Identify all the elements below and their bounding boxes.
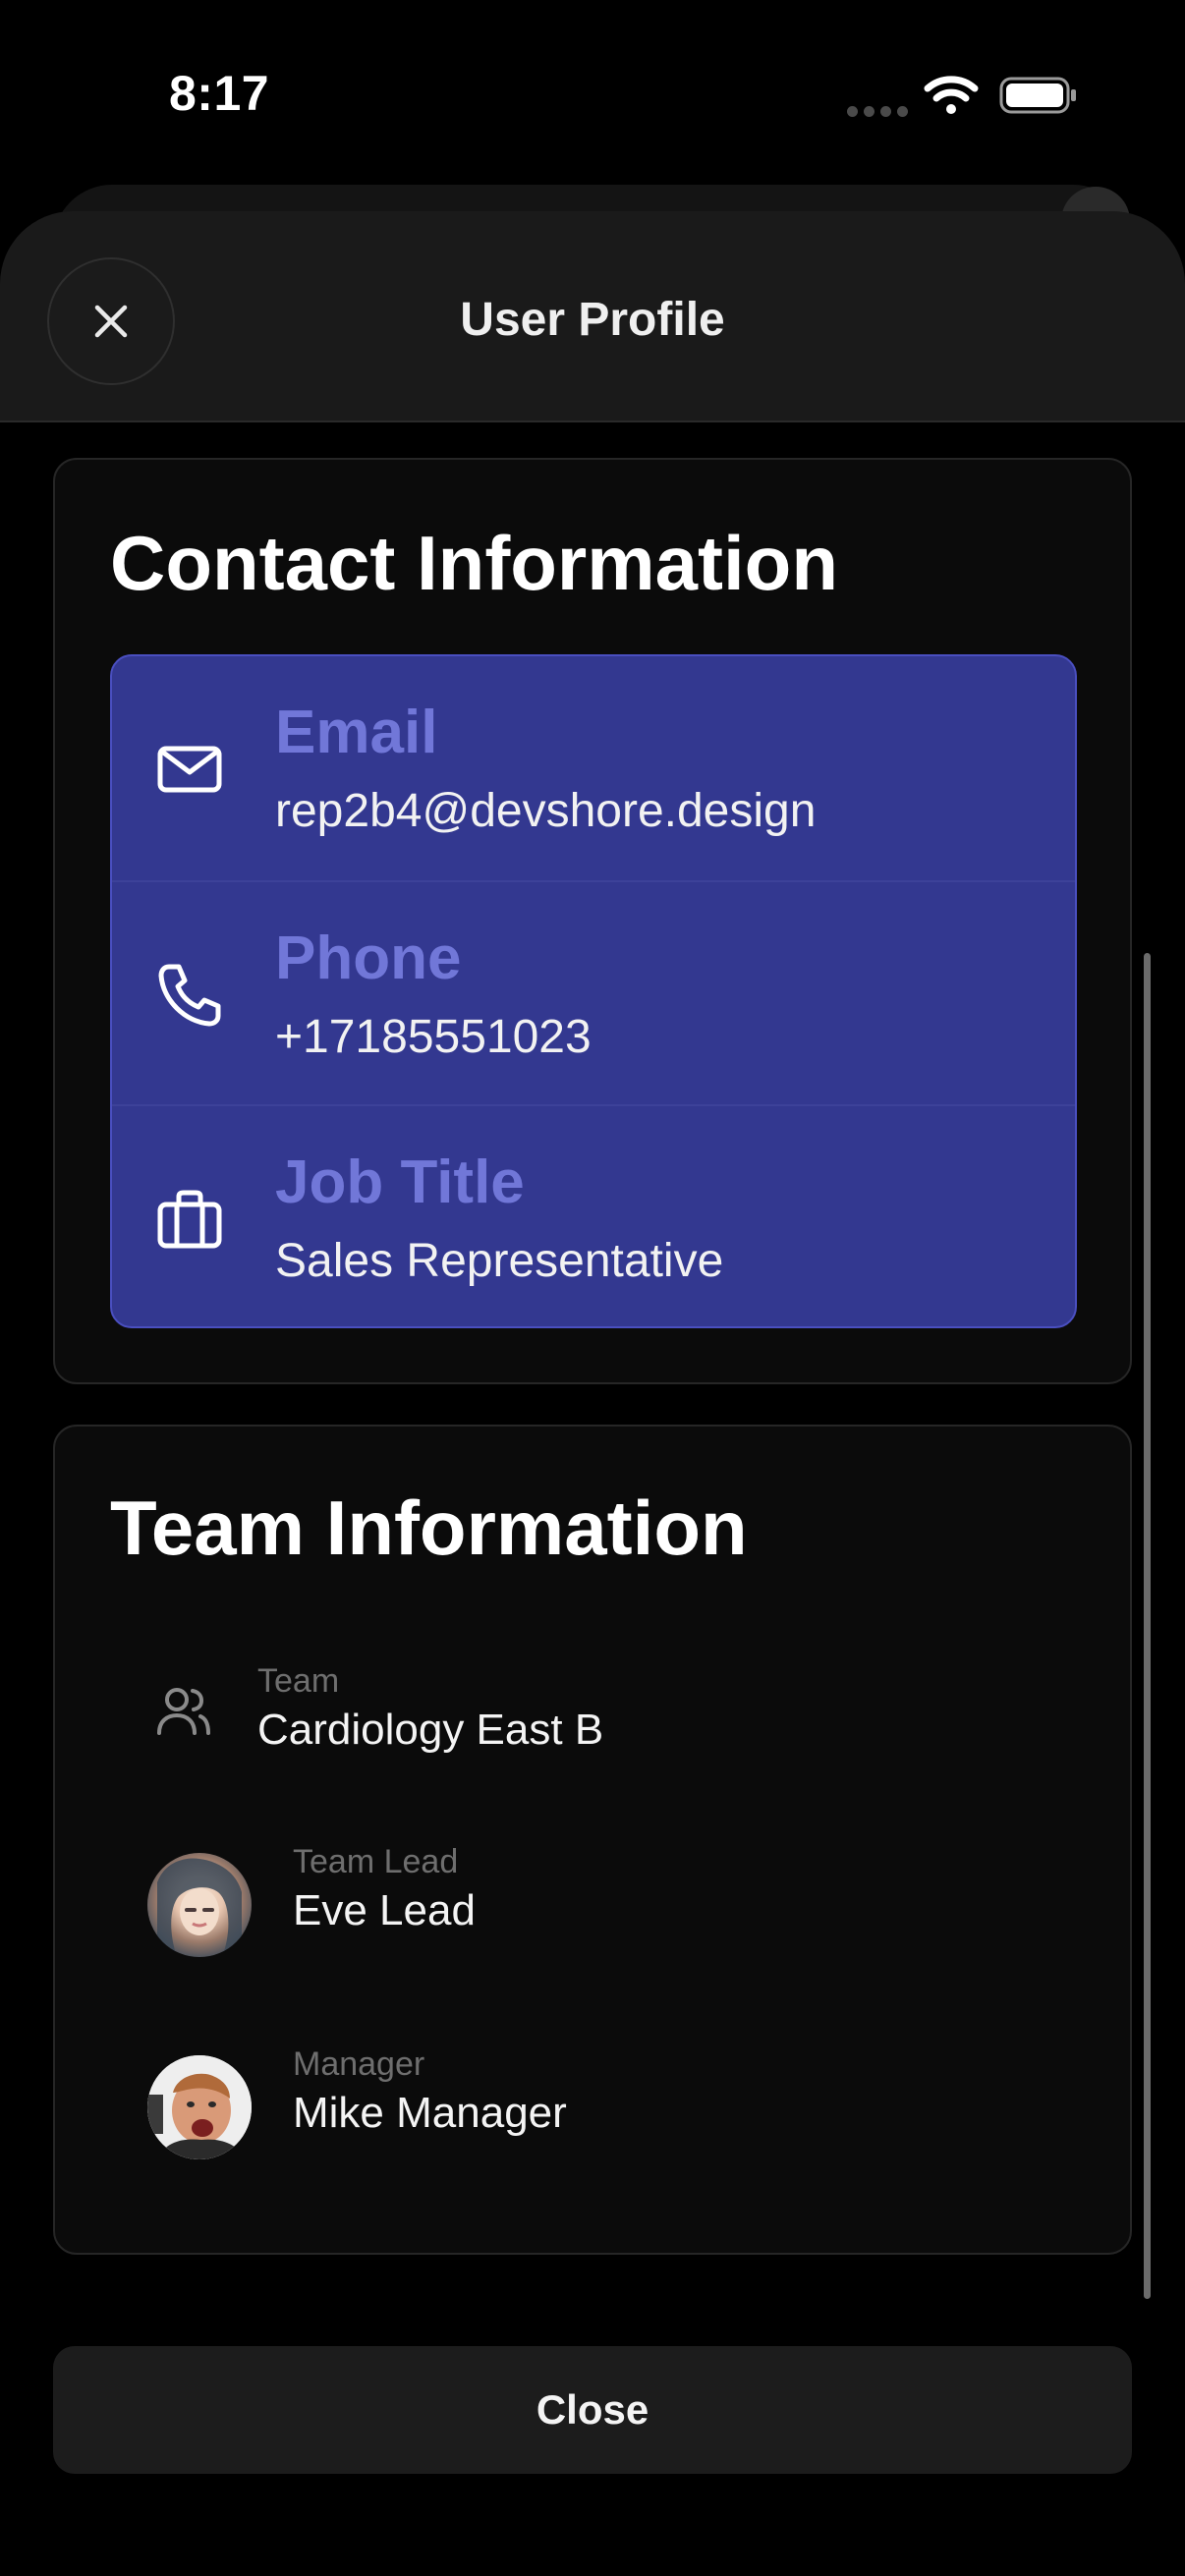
team-label: Team bbox=[257, 1662, 340, 1700]
contact-label: Phone bbox=[275, 924, 462, 992]
contact-label: Email bbox=[275, 699, 438, 766]
contact-section-title: Contact Information bbox=[110, 520, 838, 606]
team-lead-name: Eve Lead bbox=[293, 1886, 476, 1934]
contact-row-job-title: Job Title Sales Representative bbox=[112, 1104, 1075, 1326]
team-item-team-lead[interactable]: Team Lead Eve Lead bbox=[55, 1823, 1130, 1971]
briefcase-icon bbox=[157, 1190, 222, 1249]
contact-row-phone[interactable]: Phone +17185551023 bbox=[112, 880, 1075, 1106]
team-lead-label: Team Lead bbox=[293, 1843, 459, 1880]
team-item-team: Team Cardiology East B bbox=[55, 1623, 1130, 1770]
users-icon bbox=[157, 1688, 210, 1735]
contact-row-email[interactable]: Email rep2b4@devshore.design bbox=[112, 656, 1075, 880]
scrollbar[interactable] bbox=[1144, 953, 1151, 2299]
manager-label: Manager bbox=[293, 2045, 425, 2083]
team-section-title: Team Information bbox=[110, 1484, 748, 1571]
page-title: User Profile bbox=[460, 294, 725, 346]
avatar bbox=[147, 2055, 252, 2159]
team-information-card: Team Information Team Cardiology East B … bbox=[53, 1425, 1132, 2255]
avatar bbox=[147, 1853, 252, 1957]
manager-name: Mike Manager bbox=[293, 2089, 567, 2137]
wifi-icon bbox=[924, 76, 979, 114]
contact-panel: Email rep2b4@devshore.design Phone +1718… bbox=[110, 654, 1077, 1328]
team-item-manager[interactable]: Manager Mike Manager bbox=[55, 2026, 1130, 2173]
status-time: 8:17 bbox=[169, 66, 270, 121]
cellular-signal-icon bbox=[847, 104, 914, 122]
contact-value: Sales Representative bbox=[275, 1235, 724, 1287]
contact-information-card: Contact Information Email rep2b4@devshor… bbox=[53, 458, 1132, 1384]
close-button[interactable]: Close bbox=[53, 2346, 1132, 2474]
avatar-photo bbox=[147, 2055, 252, 2159]
avatar-photo bbox=[157, 1858, 242, 1957]
contact-value: +17185551023 bbox=[275, 1011, 592, 1063]
contact-label: Job Title bbox=[275, 1148, 525, 1216]
mail-icon bbox=[157, 746, 222, 793]
status-bar: 8:17 bbox=[0, 0, 1185, 187]
phone-icon bbox=[158, 964, 221, 1027]
team-value: Cardiology East B bbox=[257, 1706, 604, 1754]
battery-icon bbox=[999, 77, 1076, 114]
contact-value: rep2b4@devshore.design bbox=[275, 785, 817, 837]
